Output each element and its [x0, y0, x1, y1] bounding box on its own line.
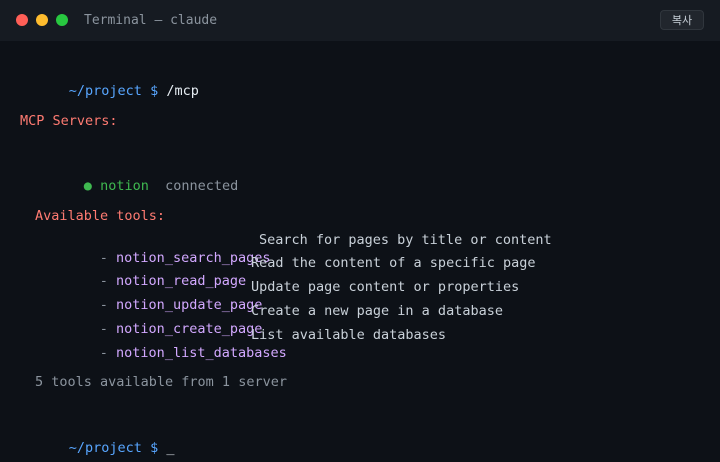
copy-button[interactable]: 복사 [660, 10, 704, 30]
prompt-line: ~/project $ _ [20, 421, 175, 456]
status-dot-icon: ● [83, 178, 92, 194]
prompt-path: ~/project [68, 440, 142, 456]
maximize-window-button[interactable] [56, 14, 68, 26]
server-name: notion [100, 178, 149, 194]
server-status-row: ● notion connected [35, 159, 238, 194]
tool-description: Update page content or properties [251, 279, 520, 295]
tool-description: Create a new page in a database [251, 303, 503, 319]
tool-description: List available databases [251, 327, 447, 343]
tool-description: Read the content of a specific page [251, 255, 536, 271]
close-window-button[interactable] [16, 14, 28, 26]
title-bar: Terminal — claude 복사 [0, 0, 720, 41]
server-status: connected [165, 178, 239, 194]
mcp-servers-heading: MCP Servers: [20, 113, 118, 129]
tools-summary: 5 tools available from 1 server [35, 374, 287, 390]
available-tools-heading: Available tools: [35, 208, 166, 224]
prompt-path: ~/project [68, 83, 142, 99]
cursor: _ [166, 440, 175, 456]
window-title: Terminal — claude [84, 13, 218, 28]
tool-row: - notion_create_page [99, 321, 263, 337]
prompt-symbol: $ [150, 83, 159, 99]
command-text: /mcp [166, 83, 199, 99]
tool-name: notion_list_databases [116, 345, 287, 361]
tool-row: - notion_update_page [99, 297, 263, 313]
terminal-window: Terminal — claude 복사 ~/project $ /mcp MC… [0, 0, 720, 462]
tool-row: - notion_search_pages [99, 250, 271, 266]
tool-description: Search for pages by title or content [259, 232, 552, 248]
tool-row: - notion_read_page [99, 273, 247, 289]
command-line: ~/project $ /mcp [20, 64, 199, 99]
prompt-symbol: $ [150, 440, 159, 456]
minimize-window-button[interactable] [36, 14, 48, 26]
